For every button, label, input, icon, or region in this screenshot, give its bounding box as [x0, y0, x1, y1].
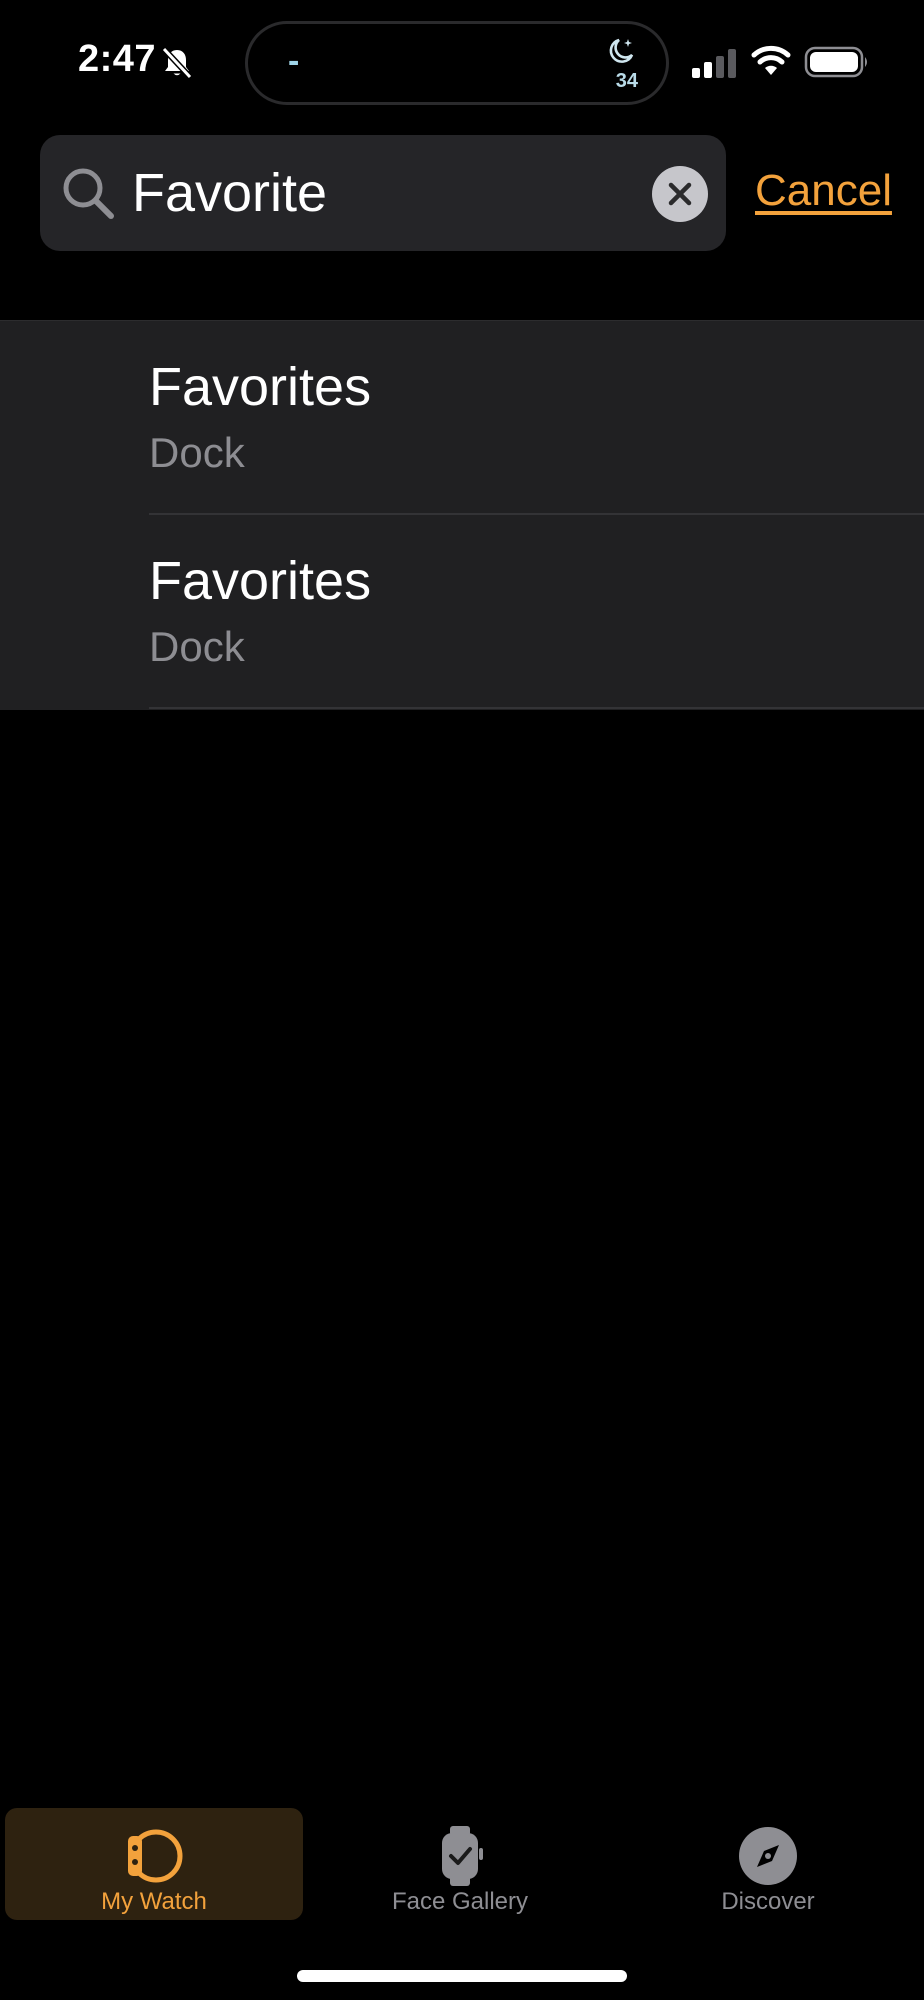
- result-title: Favorites: [149, 551, 372, 611]
- search-field[interactable]: [40, 135, 726, 251]
- compass-icon: [736, 1826, 800, 1886]
- search-result-item[interactable]: Favorites Dock: [0, 515, 924, 709]
- face-gallery-icon: [428, 1826, 492, 1886]
- divider: [149, 707, 924, 709]
- status-time: 2:47: [78, 38, 157, 80]
- result-subtitle: Dock: [149, 429, 245, 476]
- result-title: Favorites: [149, 357, 372, 417]
- island-indicator: -: [288, 42, 300, 80]
- search-input[interactable]: [132, 155, 652, 231]
- tab-my-watch[interactable]: My Watch: [5, 1808, 303, 1920]
- tab-face-gallery[interactable]: Face Gallery: [310, 1808, 610, 1920]
- signal-icon: [690, 48, 738, 78]
- clear-search-button[interactable]: [652, 166, 708, 222]
- watch-icon: [122, 1826, 186, 1886]
- battery-icon: [804, 46, 870, 78]
- home-indicator[interactable]: [297, 1970, 627, 1982]
- tab-label: My Watch: [101, 1888, 207, 1915]
- bell-slash-icon: [160, 46, 194, 80]
- tab-discover[interactable]: Discover: [618, 1808, 918, 1920]
- search-icon: [60, 165, 116, 221]
- wifi-icon: [750, 44, 792, 78]
- moon-icon: [606, 36, 636, 66]
- search-result-item[interactable]: Favorites Dock: [0, 321, 924, 515]
- island-count: 34: [615, 70, 638, 92]
- cancel-button[interactable]: Cancel: [755, 166, 892, 216]
- result-subtitle: Dock: [149, 623, 245, 670]
- tab-label: Discover: [721, 1888, 815, 1915]
- dynamic-island[interactable]: - 34: [245, 21, 669, 105]
- tab-label: Face Gallery: [391, 1888, 529, 1915]
- status-bar: 2:47 - 34: [0, 0, 924, 125]
- tab-bar: My Watch Face Gallery Discover: [0, 1800, 924, 1920]
- close-icon: [668, 182, 692, 206]
- search-results-list: Favorites Dock Favorites Dock: [0, 320, 924, 710]
